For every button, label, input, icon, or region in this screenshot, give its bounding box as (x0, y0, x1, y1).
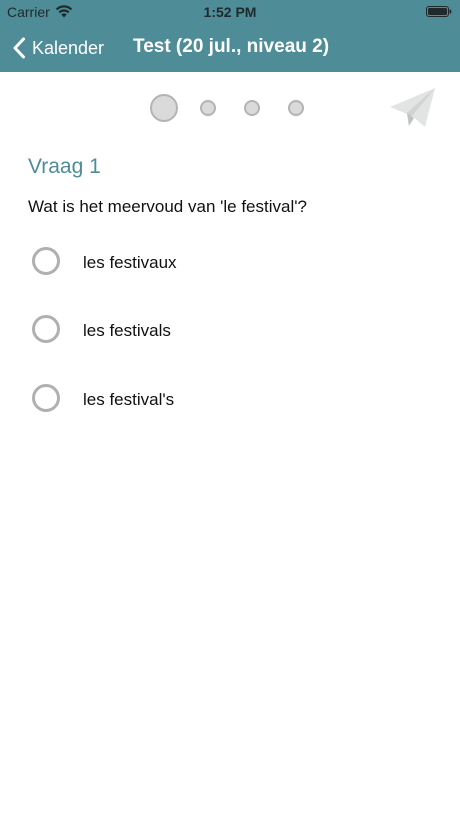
page-title: Test (20 jul., niveau 2) (133, 36, 330, 57)
progress-step-4[interactable] (288, 100, 304, 116)
status-bar: Carrier 1:52 PM (0, 0, 460, 24)
status-time: 1:52 PM (203, 4, 257, 20)
back-button[interactable]: Kalender (12, 33, 104, 63)
screen: Carrier 1:52 PM Kalender Test (20 jul., … (0, 0, 460, 818)
progress-step-1[interactable] (150, 94, 178, 122)
answer-option[interactable]: les festivals (30, 311, 430, 351)
header: Carrier 1:52 PM Kalender Test (20 jul., … (0, 0, 460, 72)
question-text: Wat is het meervoud van 'le festival'? (28, 197, 307, 216)
battery-icon (426, 6, 452, 17)
progress-indicator (0, 72, 460, 142)
answer-option-label: les festival's (83, 390, 175, 409)
paper-plane-icon[interactable] (388, 86, 438, 130)
answer-option-label: les festivals (83, 321, 171, 340)
answer-option-label: les festivaux (83, 253, 177, 272)
answer-option[interactable]: les festival's (30, 380, 430, 420)
nav-bar: Kalender Test (20 jul., niveau 2) (0, 24, 460, 72)
back-label: Kalender (32, 37, 105, 58)
question-title: Vraag 1 (28, 155, 101, 178)
progress-step-2[interactable] (200, 100, 216, 116)
radio-button[interactable] (32, 247, 60, 275)
radio-button[interactable] (32, 384, 60, 412)
progress-step-3[interactable] (244, 100, 260, 116)
chevron-left-icon (13, 37, 25, 59)
answer-option[interactable]: les festivaux (30, 243, 430, 283)
radio-button[interactable] (32, 315, 60, 343)
